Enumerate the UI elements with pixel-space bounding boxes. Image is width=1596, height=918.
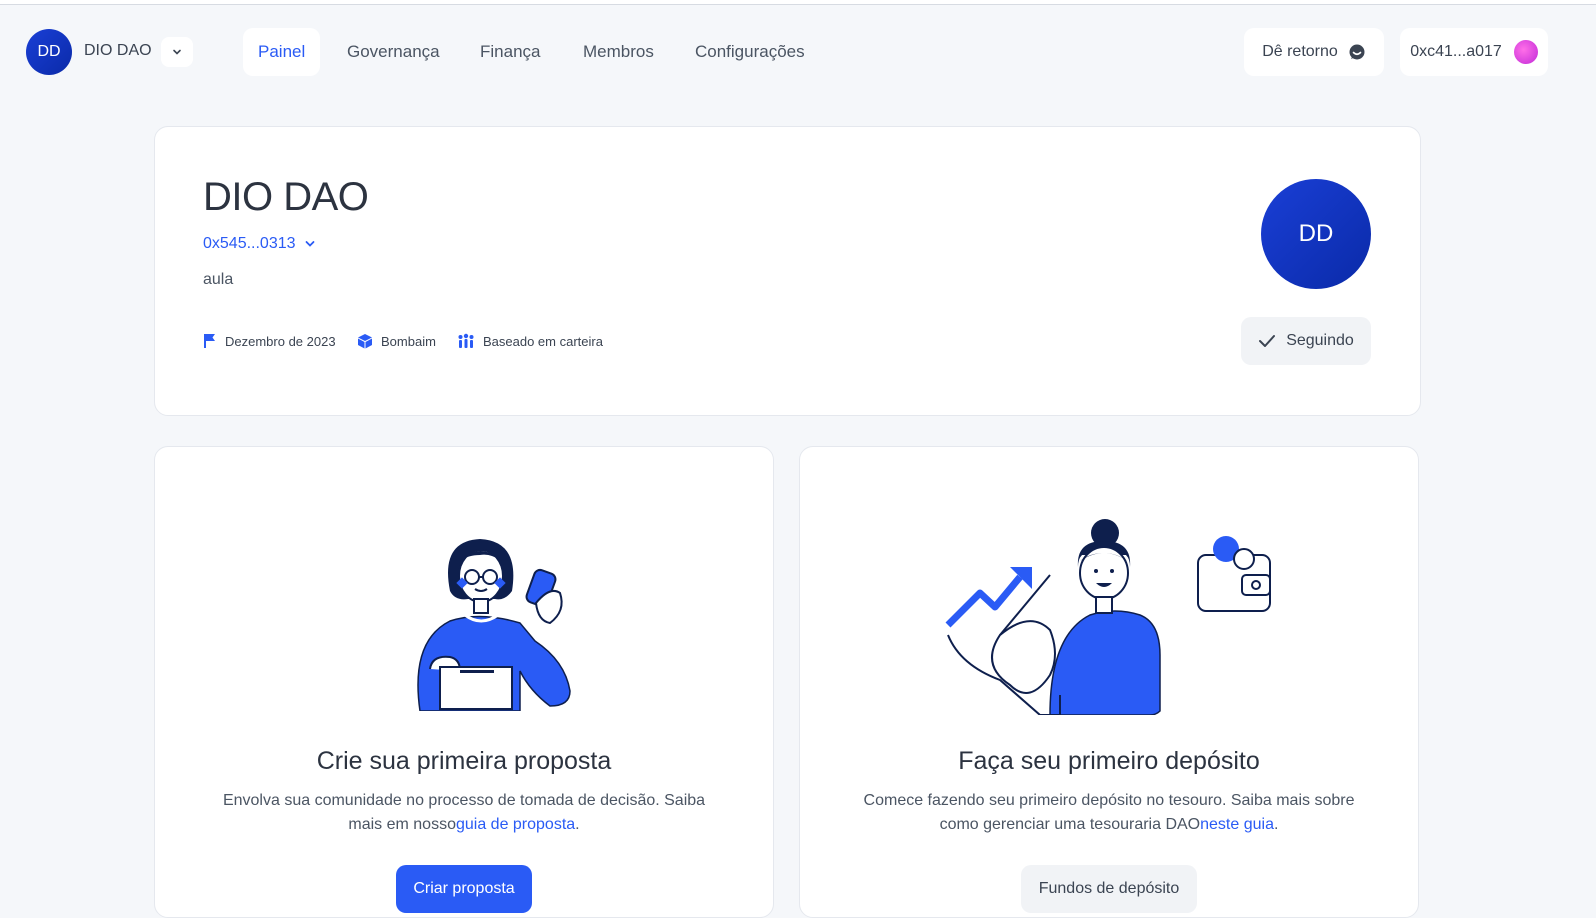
window-top-border [0, 0, 1596, 5]
chevron-down-icon [173, 49, 181, 55]
dao-name[interactable]: DIO DAO [84, 42, 152, 60]
create-proposal-button[interactable]: Criar proposta [396, 865, 532, 913]
deposit-funds-button[interactable]: Fundos de depósito [1021, 865, 1197, 913]
dao-address-label: 0x545...0313 [203, 235, 296, 252]
tab-governanca[interactable]: Governança [332, 28, 455, 76]
dao-avatar[interactable]: DD [26, 29, 72, 75]
meta-created-label: Dezembro de 2023 [225, 333, 336, 349]
dao-switcher-button[interactable] [161, 37, 193, 67]
feedback-label: Dê retorno [1262, 43, 1338, 60]
proposal-text: Envolva sua comunidade no processo de to… [204, 789, 724, 837]
dao-title: DIO DAO [203, 175, 369, 219]
deposit-illustration [945, 519, 1271, 715]
deposit-card: Faça seu primeiro depósito Comece fazend… [799, 446, 1419, 918]
chevron-down-icon [305, 241, 314, 247]
deposit-guide-link[interactable]: neste guia [1200, 816, 1274, 833]
check-icon [1259, 335, 1276, 347]
tab-financa[interactable]: Finança [465, 28, 555, 76]
people-icon [458, 333, 474, 348]
meta-governance-label: Baseado em carteira [483, 333, 603, 349]
dao-address[interactable]: 0x545...0313 [203, 235, 316, 253]
chat-bubble-icon [1349, 44, 1365, 60]
following-label: Seguindo [1286, 332, 1354, 349]
tab-membros[interactable]: Membros [568, 28, 669, 76]
flag-icon [204, 334, 215, 348]
wallet-address: 0xc41...a017 [1410, 43, 1502, 60]
wallet-button[interactable]: 0xc41...a017 [1400, 28, 1548, 76]
deposit-title: Faça seu primeiro depósito [958, 747, 1260, 775]
tab-painel[interactable]: Painel [243, 28, 321, 76]
following-button[interactable]: Seguindo [1241, 317, 1371, 365]
dao-header-card: DIO DAO 0x545...0313 aula Dezembro de 20… [154, 126, 1421, 416]
meta-governance: Baseado em carteira [457, 333, 603, 349]
feedback-button[interactable]: Dê retorno [1244, 28, 1384, 76]
proposal-title: Crie sua primeira proposta [316, 747, 612, 775]
meta-network-label: Bombaim [381, 333, 436, 349]
proposal-guide-link[interactable]: guia de proposta [456, 816, 575, 833]
deposit-text: Comece fazendo seu primeiro depósito no … [849, 789, 1369, 837]
proposal-text-end: . [575, 816, 580, 833]
top-navigation: DD DIO DAO Painel Governança Finança Mem… [0, 28, 1596, 76]
dao-avatar-large: DD [1261, 179, 1371, 289]
meta-created: Dezembro de 2023 [203, 333, 336, 349]
dao-description: aula [203, 271, 234, 288]
wallet-avatar [1513, 40, 1538, 64]
deposit-text-end: . [1273, 816, 1279, 833]
proposal-illustration [417, 539, 571, 711]
tab-configuracoes[interactable]: Configurações [680, 28, 820, 76]
meta-network: Bombaim [357, 333, 436, 349]
proposal-card: Crie sua primeira proposta Envolva sua c… [154, 446, 774, 918]
deposit-description: Comece fazendo seu primeiro depósito no … [863, 792, 1355, 833]
cube-icon [358, 334, 372, 349]
